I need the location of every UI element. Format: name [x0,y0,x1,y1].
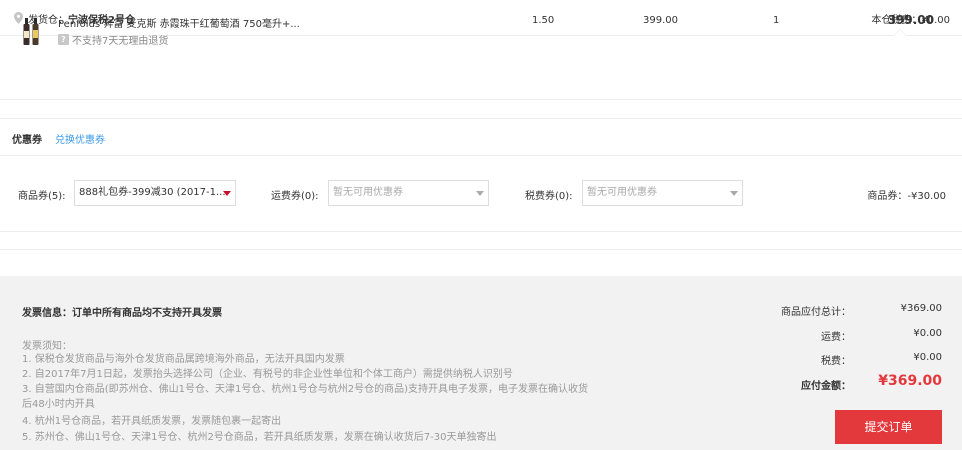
wine-bottle-icon[interactable] [22,16,42,46]
invoice-notes-heading: 发票须知： [22,341,72,352]
goods-total-value: ¥369.00 [900,303,942,314]
tax-fee-value: ¥0.00 [913,352,942,363]
invoice-note-item: 3. 自营国内仓商品(即苏州仓、佛山1号仓、天津1号仓、杭州1号仓与杭州2号仓的… [22,384,588,410]
divider [0,118,962,119]
goods-coupon-select[interactable]: 888礼包券-399减30 (2017-1... [74,180,236,206]
invoice-note-item: 2. 自2017年7月1日起，发票抬头选择公司（企业、有税号的非企业性单位和个体… [22,369,513,380]
redeem-coupon-link[interactable]: 兑换优惠券 [55,131,105,146]
product-weight: 1.50 [532,15,555,26]
tax-coupon-label: 税费券(0): [525,191,573,202]
shipping-fee-label: 运费： [821,332,851,343]
tooltip-caret [893,29,907,36]
chevron-down-icon [476,191,484,196]
goods-total-label: 商品应付总计： [781,307,851,318]
invoice-info-title: 发票信息：订单中所有商品均不支持开具发票 [22,308,222,319]
payable-amount-value: ¥369.00 [878,373,942,389]
no-return-notice: ? 不支持7天无理由退货 [58,32,168,47]
chevron-down-icon [223,191,231,196]
divider [0,155,962,156]
invoice-note-item: 4. 杭州1号仓商品，若开具纸质发票，发票随包裹一起寄出 [22,416,282,427]
goods-coupon-selected: 888礼包券-399减30 (2017-1... [79,187,226,198]
divider [0,249,962,250]
shipping-coupon-placeholder: 暂无可用优惠券 [333,187,403,198]
no-return-text: 不支持7天无理由退货 [72,36,169,47]
product-quantity: 1 [773,15,780,26]
shipping-coupon-label: 运费券(0): [271,191,319,202]
payable-amount-label: 应付金额： [801,381,851,392]
tax-fee-label: 税费： [821,356,851,367]
product-price: 399.00 [643,15,678,26]
shipping-fee-value: ¥0.00 [913,328,942,339]
divider [0,231,962,232]
tax-coupon-select[interactable]: 暂无可用优惠券 [582,180,743,206]
product-subtotal: 399.00 [887,13,934,27]
coupon-section-title: 优惠券 [12,135,42,146]
invoice-note-item: 5. 苏州仓、佛山1号仓、天津1号仓、杭州2号仓商品，若开具纸质发票，发票在确认… [22,432,497,443]
goods-coupon-label: 商品券(5): [18,191,66,202]
question-icon[interactable]: ? [58,34,69,45]
tax-coupon-placeholder: 暂无可用优惠券 [587,187,657,198]
chevron-down-icon [730,191,738,196]
product-name-link[interactable]: Penfolds 奔富 麦克斯 赤霞珠干红葡萄酒 750毫升+... [58,15,318,30]
invoice-note-item: 1. 保税仓发货商品与海外仓发货商品属跨境海外商品，无法开具国内发票 [22,354,345,365]
shipping-coupon-select[interactable]: 暂无可用优惠券 [328,180,489,206]
coupon-discount-amount: 商品券：-¥30.00 [867,191,946,202]
submit-order-button[interactable]: 提交订单 [835,410,942,444]
